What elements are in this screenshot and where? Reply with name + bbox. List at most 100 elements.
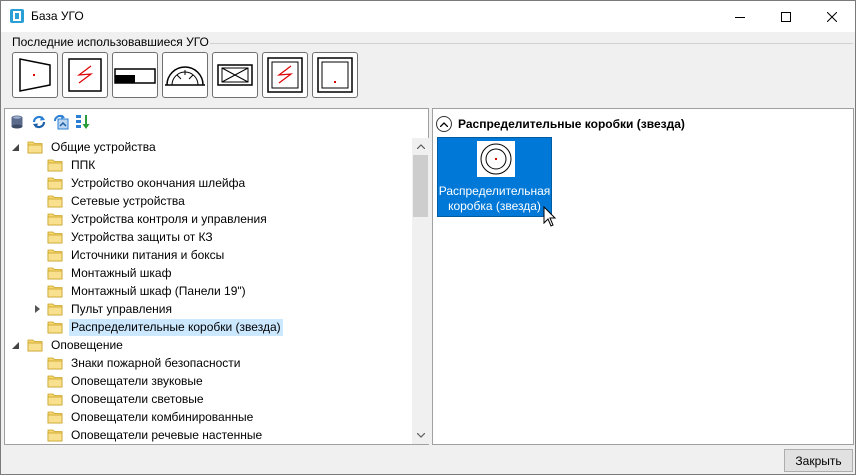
tree-item[interactable]: Устройство окончания шлейфа: [31, 174, 247, 192]
tree-item[interactable]: ППК: [31, 156, 97, 174]
tree-item[interactable]: Оповещение: [9, 336, 125, 354]
minimize-icon: [735, 16, 745, 18]
tree-item[interactable]: Сетевые устройства: [31, 192, 187, 210]
tree-expander: [31, 246, 43, 264]
tree-item-label: Пульт управления: [71, 301, 172, 316]
recent-symbol-1[interactable]: [12, 52, 58, 98]
tree-item[interactable]: Оповещатели звуковые: [31, 372, 205, 390]
tree-item[interactable]: Оповещатели речевые настенные: [31, 426, 264, 444]
symbol-arc-gauge-icon: [165, 66, 205, 86]
group-collapse-button[interactable]: [436, 116, 452, 132]
maximize-button[interactable]: [763, 1, 809, 32]
tree-item[interactable]: Оповещатели комбинированные: [31, 408, 255, 426]
scroll-thumb[interactable]: [413, 155, 428, 217]
close-icon: [827, 11, 837, 22]
tree-item-label: ППК: [71, 157, 96, 172]
folder-icon: [47, 267, 63, 280]
tree-item-label: Оповещатели звуковые: [71, 373, 203, 388]
category-tree-panel: Общие устройства ППК Устройство окончания …: [4, 108, 429, 445]
tree-item[interactable]: Монтажный шкаф: [31, 264, 173, 282]
tree-scrollbar[interactable]: [412, 138, 429, 444]
sort-button[interactable]: [73, 112, 93, 132]
minimize-button[interactable]: [717, 1, 763, 32]
tree-expander: [31, 372, 43, 390]
tree-expander: [31, 354, 43, 372]
tree-item-label: Оповещение: [51, 337, 123, 352]
symbol-gallery-panel: Распределительные коробки (звезда) Распр…: [432, 108, 854, 445]
sync-button[interactable]: [51, 112, 71, 132]
chevron-up-icon: [416, 144, 425, 149]
tree-expander[interactable]: [9, 138, 21, 156]
tree-item[interactable]: Устройства защиты от КЗ: [31, 228, 215, 246]
mouse-cursor-icon: [543, 206, 557, 227]
refresh-button[interactable]: [29, 112, 49, 132]
tree-item[interactable]: Устройства контроля и управления: [31, 210, 269, 228]
folder-icon: [27, 339, 43, 352]
tree-item-label: Источники питания и боксы: [71, 247, 225, 262]
folder-icon: [47, 249, 63, 262]
tree-item[interactable]: Источники питания и боксы: [31, 246, 226, 264]
tile-preview: [477, 141, 515, 177]
category-tree: Общие устройства ППК Устройство окончания …: [5, 138, 410, 444]
tree-item[interactable]: Знаки пожарной безопасности: [31, 354, 242, 372]
folder-icon: [47, 285, 63, 298]
tree-expander: [31, 156, 43, 174]
collapsed-arrow-icon[interactable]: [34, 305, 40, 313]
tree-item[interactable]: Монтажный шкаф (Панели 19"): [31, 282, 248, 300]
gallery-group-title: Распределительные коробки (звезда): [458, 117, 685, 131]
close-button[interactable]: Закрыть: [784, 449, 853, 472]
tree-expander[interactable]: [31, 300, 43, 318]
title-bar: База УГО: [1, 1, 855, 32]
tree-expander: [31, 210, 43, 228]
junction-box-star-icon: [480, 143, 512, 175]
folder-icon: [47, 303, 63, 316]
tree-expander: [31, 264, 43, 282]
tree-item-label: Устройства защиты от КЗ: [71, 229, 213, 244]
folder-icon: [47, 429, 63, 442]
tree-item-label: Знаки пожарной безопасности: [71, 355, 241, 370]
tree-item-label: Общие устройства: [51, 139, 156, 154]
tree-item-label: Монтажный шкаф: [71, 265, 172, 280]
recent-symbol-4[interactable]: [162, 52, 208, 98]
expanded-arrow-icon[interactable]: [11, 143, 19, 151]
scroll-down-button[interactable]: [412, 427, 429, 444]
tree-expander: [31, 174, 43, 192]
tree-item[interactable]: Оповещатели световые: [31, 390, 206, 408]
database-button[interactable]: [7, 112, 27, 132]
chevron-up-icon: [440, 121, 448, 127]
symbol-dot-box-icon: [317, 57, 353, 93]
tree-expander: [31, 282, 43, 300]
tree-item[interactable]: Пульт управления: [31, 300, 174, 318]
close-window-button[interactable]: [809, 1, 855, 32]
recent-symbol-5[interactable]: [212, 52, 258, 98]
symbol-tile-junction-box-star[interactable]: Распределительная коробка (звезда): [437, 137, 552, 217]
folder-icon: [47, 393, 63, 406]
tree-item[interactable]: Общие устройства: [9, 138, 158, 156]
recent-symbols-group: Последние использовавшиеся УГО: [5, 35, 853, 103]
tree-expander: [31, 426, 43, 444]
folder-icon: [47, 231, 63, 244]
expanded-arrow-icon[interactable]: [11, 341, 19, 349]
folder-icon: [47, 159, 63, 172]
scroll-up-button[interactable]: [412, 138, 429, 155]
recent-symbol-2[interactable]: [62, 52, 108, 98]
tree-item[interactable]: Распределительные коробки (звезда): [31, 318, 283, 336]
maximize-icon: [781, 11, 791, 22]
recent-symbol-3[interactable]: [112, 52, 158, 98]
tree-item-label: Устройства контроля и управления: [71, 211, 267, 226]
window-title: База УГО: [31, 9, 84, 23]
recent-symbol-6[interactable]: [262, 52, 308, 98]
tree-expander: [31, 228, 43, 246]
tree-expander: [31, 408, 43, 426]
folder-icon: [47, 213, 63, 226]
symbol-trapezoid-icon: [19, 58, 51, 92]
tree-item-label: Распределительные коробки (звезда): [69, 318, 283, 336]
gallery-group-header: Распределительные коробки (звезда): [436, 116, 685, 132]
symbol-bar-box-icon: [114, 68, 156, 84]
tree-item-label: Устройство окончания шлейфа: [71, 175, 246, 190]
tree-expander[interactable]: [9, 336, 21, 354]
recent-symbol-7[interactable]: [312, 52, 358, 98]
tree-expander: [31, 318, 43, 336]
folder-icon: [27, 141, 43, 154]
symbol-cross-box-icon: [217, 64, 253, 86]
